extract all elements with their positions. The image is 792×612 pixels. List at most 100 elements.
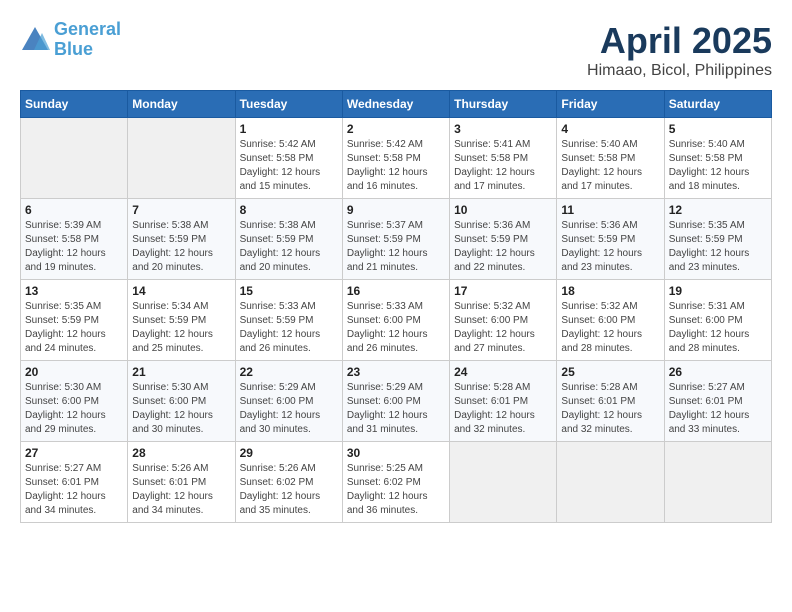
calendar-cell: 10Sunrise: 5:36 AMSunset: 5:59 PMDayligh… (450, 199, 557, 280)
day-info: Sunrise: 5:36 AMSunset: 5:59 PMDaylight:… (454, 219, 552, 275)
day-number: 1 (240, 122, 338, 136)
day-info: Sunrise: 5:35 AMSunset: 5:59 PMDaylight:… (25, 300, 123, 356)
day-number: 9 (347, 203, 445, 217)
calendar-cell: 1 Sunrise: 5:42 AMSunset: 5:58 PMDaylight… (235, 118, 342, 199)
weekday-header-tuesday: Tuesday (235, 91, 342, 118)
logo: General Blue (20, 20, 121, 60)
calendar-cell: 7 Sunrise: 5:38 AMSunset: 5:59 PMDaylight… (128, 199, 235, 280)
day-info: Sunrise: 5:32 AMSunset: 6:00 PMDaylight:… (454, 300, 552, 356)
calendar-week-2: 6 Sunrise: 5:39 AMSunset: 5:58 PMDaylight… (21, 199, 772, 280)
calendar-cell: 16Sunrise: 5:33 AMSunset: 6:00 PMDayligh… (342, 280, 449, 361)
day-number: 15 (240, 284, 338, 298)
day-number: 5 (669, 122, 767, 136)
calendar-cell: 21 Sunrise: 5:30 AMSunset: 6:00 PMDayligh… (128, 361, 235, 442)
calendar-week-4: 20 Sunrise: 5:30 AMSunset: 6:00 PMDayligh… (21, 361, 772, 442)
calendar-cell: 8Sunrise: 5:38 AMSunset: 5:59 PMDaylight… (235, 199, 342, 280)
day-info: Sunrise: 5:40 AMSunset: 5:58 PMDaylight:… (669, 138, 767, 194)
day-number: 7 (132, 203, 230, 217)
calendar-cell: 19Sunrise: 5:31 AMSunset: 6:00 PMDayligh… (664, 280, 771, 361)
day-number: 30 (347, 446, 445, 460)
weekday-header-row: SundayMondayTuesdayWednesdayThursdayFrid… (21, 91, 772, 118)
title-area: April 2025 Himaao, Bicol, Philippines (587, 20, 772, 80)
day-number: 3 (454, 122, 552, 136)
day-info: Sunrise: 5:33 AMSunset: 5:59 PMDaylight:… (240, 300, 338, 356)
calendar-header: SundayMondayTuesdayWednesdayThursdayFrid… (21, 91, 772, 118)
day-number: 18 (561, 284, 659, 298)
calendar-cell: 20 Sunrise: 5:30 AMSunset: 6:00 PMDayligh… (21, 361, 128, 442)
calendar-cell: 2 Sunrise: 5:42 AMSunset: 5:58 PMDaylight… (342, 118, 449, 199)
calendar-cell: 15 Sunrise: 5:33 AMSunset: 5:59 PMDayligh… (235, 280, 342, 361)
calendar-cell: 12 Sunrise: 5:35 AMSunset: 5:59 PMDayligh… (664, 199, 771, 280)
day-info: Sunrise: 5:32 AMSunset: 6:00 PMDaylight:… (561, 300, 659, 356)
day-info: Sunrise: 5:25 AMSunset: 6:02 PMDaylight:… (347, 462, 445, 518)
calendar-cell: 22 Sunrise: 5:29 AMSunset: 6:00 PMDayligh… (235, 361, 342, 442)
weekday-header-sunday: Sunday (21, 91, 128, 118)
day-number: 17 (454, 284, 552, 298)
calendar-cell: 17 Sunrise: 5:32 AMSunset: 6:00 PMDayligh… (450, 280, 557, 361)
day-number: 13 (25, 284, 123, 298)
day-number: 4 (561, 122, 659, 136)
day-number: 23 (347, 365, 445, 379)
day-info: Sunrise: 5:26 AMSunset: 6:02 PMDaylight:… (240, 462, 338, 518)
day-info: Sunrise: 5:34 AMSunset: 5:59 PMDaylight:… (132, 300, 230, 356)
weekday-header-thursday: Thursday (450, 91, 557, 118)
day-info: Sunrise: 5:30 AMSunset: 6:00 PMDaylight:… (132, 381, 230, 437)
day-info: Sunrise: 5:38 AMSunset: 5:59 PMDaylight:… (240, 219, 338, 275)
day-info: Sunrise: 5:28 AMSunset: 6:01 PMDaylight:… (454, 381, 552, 437)
logo-line2: Blue (54, 39, 93, 59)
day-number: 26 (669, 365, 767, 379)
calendar-cell (450, 442, 557, 523)
day-number: 6 (25, 203, 123, 217)
calendar-cell: 13 Sunrise: 5:35 AMSunset: 5:59 PMDayligh… (21, 280, 128, 361)
calendar-cell: 5 Sunrise: 5:40 AMSunset: 5:58 PMDaylight… (664, 118, 771, 199)
day-info: Sunrise: 5:27 AMSunset: 6:01 PMDaylight:… (669, 381, 767, 437)
day-info: Sunrise: 5:42 AMSunset: 5:58 PMDaylight:… (240, 138, 338, 194)
day-info: Sunrise: 5:42 AMSunset: 5:58 PMDaylight:… (347, 138, 445, 194)
logo-line1: General (54, 19, 121, 39)
day-number: 2 (347, 122, 445, 136)
day-number: 21 (132, 365, 230, 379)
calendar-cell: 26 Sunrise: 5:27 AMSunset: 6:01 PMDayligh… (664, 361, 771, 442)
page-header: General Blue April 2025 Himaao, Bicol, P… (20, 20, 772, 80)
day-info: Sunrise: 5:28 AMSunset: 6:01 PMDaylight:… (561, 381, 659, 437)
calendar-cell (128, 118, 235, 199)
day-info: Sunrise: 5:29 AMSunset: 6:00 PMDaylight:… (347, 381, 445, 437)
day-number: 16 (347, 284, 445, 298)
calendar-cell: 6 Sunrise: 5:39 AMSunset: 5:58 PMDaylight… (21, 199, 128, 280)
day-number: 12 (669, 203, 767, 217)
day-info: Sunrise: 5:35 AMSunset: 5:59 PMDaylight:… (669, 219, 767, 275)
weekday-header-monday: Monday (128, 91, 235, 118)
day-number: 27 (25, 446, 123, 460)
day-info: Sunrise: 5:41 AMSunset: 5:58 PMDaylight:… (454, 138, 552, 194)
calendar-cell: 28 Sunrise: 5:26 AMSunset: 6:01 PMDayligh… (128, 442, 235, 523)
day-number: 22 (240, 365, 338, 379)
calendar-cell: 18 Sunrise: 5:32 AMSunset: 6:00 PMDayligh… (557, 280, 664, 361)
day-number: 28 (132, 446, 230, 460)
day-info: Sunrise: 5:26 AMSunset: 6:01 PMDaylight:… (132, 462, 230, 518)
calendar-cell: 29 Sunrise: 5:26 AMSunset: 6:02 PMDayligh… (235, 442, 342, 523)
day-number: 25 (561, 365, 659, 379)
calendar-cell: 4 Sunrise: 5:40 AMSunset: 5:58 PMDaylight… (557, 118, 664, 199)
calendar-cell: 9Sunrise: 5:37 AMSunset: 5:59 PMDaylight… (342, 199, 449, 280)
calendar-cell (557, 442, 664, 523)
day-info: Sunrise: 5:29 AMSunset: 6:00 PMDaylight:… (240, 381, 338, 437)
day-info: Sunrise: 5:27 AMSunset: 6:01 PMDaylight:… (25, 462, 123, 518)
calendar-table: SundayMondayTuesdayWednesdayThursdayFrid… (20, 90, 772, 523)
weekday-header-friday: Friday (557, 91, 664, 118)
day-info: Sunrise: 5:36 AMSunset: 5:59 PMDaylight:… (561, 219, 659, 275)
day-info: Sunrise: 5:30 AMSunset: 6:00 PMDaylight:… (25, 381, 123, 437)
calendar-week-3: 13 Sunrise: 5:35 AMSunset: 5:59 PMDayligh… (21, 280, 772, 361)
day-info: Sunrise: 5:40 AMSunset: 5:58 PMDaylight:… (561, 138, 659, 194)
calendar-cell: 25 Sunrise: 5:28 AMSunset: 6:01 PMDayligh… (557, 361, 664, 442)
day-number: 29 (240, 446, 338, 460)
day-info: Sunrise: 5:39 AMSunset: 5:58 PMDaylight:… (25, 219, 123, 275)
location-title: Himaao, Bicol, Philippines (587, 62, 772, 80)
day-info: Sunrise: 5:38 AMSunset: 5:59 PMDaylight:… (132, 219, 230, 275)
calendar-cell: 3 Sunrise: 5:41 AMSunset: 5:58 PMDaylight… (450, 118, 557, 199)
day-number: 14 (132, 284, 230, 298)
calendar-week-5: 27 Sunrise: 5:27 AMSunset: 6:01 PMDayligh… (21, 442, 772, 523)
weekday-header-wednesday: Wednesday (342, 91, 449, 118)
day-number: 20 (25, 365, 123, 379)
calendar-cell: 11Sunrise: 5:36 AMSunset: 5:59 PMDayligh… (557, 199, 664, 280)
calendar-cell: 23 Sunrise: 5:29 AMSunset: 6:00 PMDayligh… (342, 361, 449, 442)
